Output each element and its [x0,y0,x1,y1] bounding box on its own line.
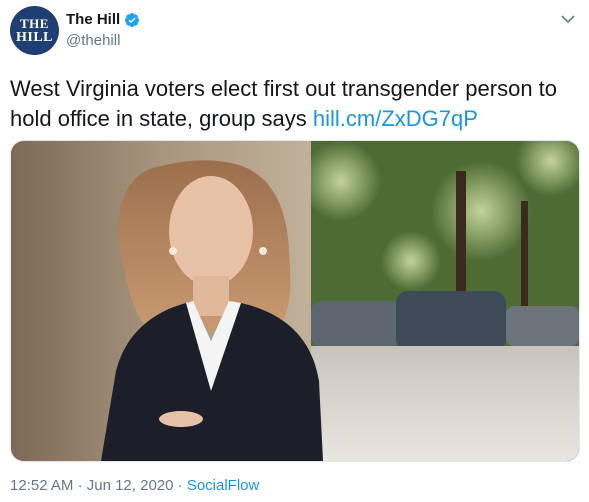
tweet-date[interactable]: Jun 12, 2020 [87,477,174,494]
chevron-down-icon[interactable] [560,11,576,27]
display-name[interactable]: The Hill [66,11,120,28]
tweet-photo[interactable] [10,140,580,462]
avatar-text-bottom: HILL [15,29,53,45]
avatar[interactable]: THE HILL [10,6,59,55]
meta-separator: · [177,477,183,494]
tweet-text: West Virginia voters elect first out tra… [10,74,580,134]
photo-of-woman-in-blazer [11,141,579,461]
tweet-meta: 12:52 AM · Jun 12, 2020 · SocialFlow [10,477,259,494]
tweet-source[interactable]: SocialFlow [187,477,260,494]
tweet-link[interactable]: hill.cm/ZxDG7qP [313,106,478,131]
tweet-time[interactable]: 12:52 AM [10,477,73,494]
verified-badge-icon [125,12,140,27]
avatar-text-top: THE [20,15,49,31]
account-handle[interactable]: @thehill [66,32,120,49]
author-name-row: The Hill [66,11,140,28]
meta-separator: · [77,477,83,494]
tweet-card: THE HILL The Hill @thehill West Virginia… [0,0,589,502]
